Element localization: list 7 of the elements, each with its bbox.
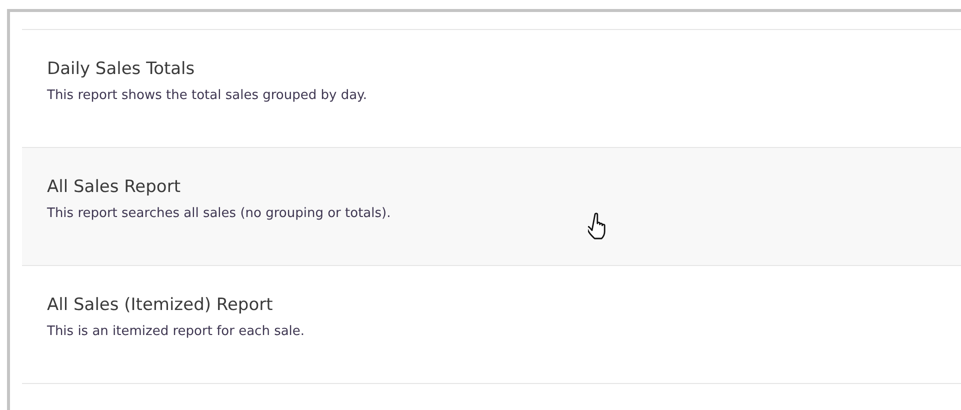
report-title: All Sales Report: [47, 176, 182, 199]
report-description: This report shows the total sales grouped by day.: [47, 87, 368, 105]
report-title: All Sales (Itemized) Report: [47, 294, 274, 317]
report-description: This report searches all sales (no grouping or totals).: [47, 205, 392, 223]
report-item[interactable]: All Sales Report This report searches all sales (no grouping or totals).: [22, 148, 961, 266]
report-title: Daily Sales Totals: [47, 58, 196, 81]
report-description: This is an itemized report for each sale.: [47, 323, 306, 341]
